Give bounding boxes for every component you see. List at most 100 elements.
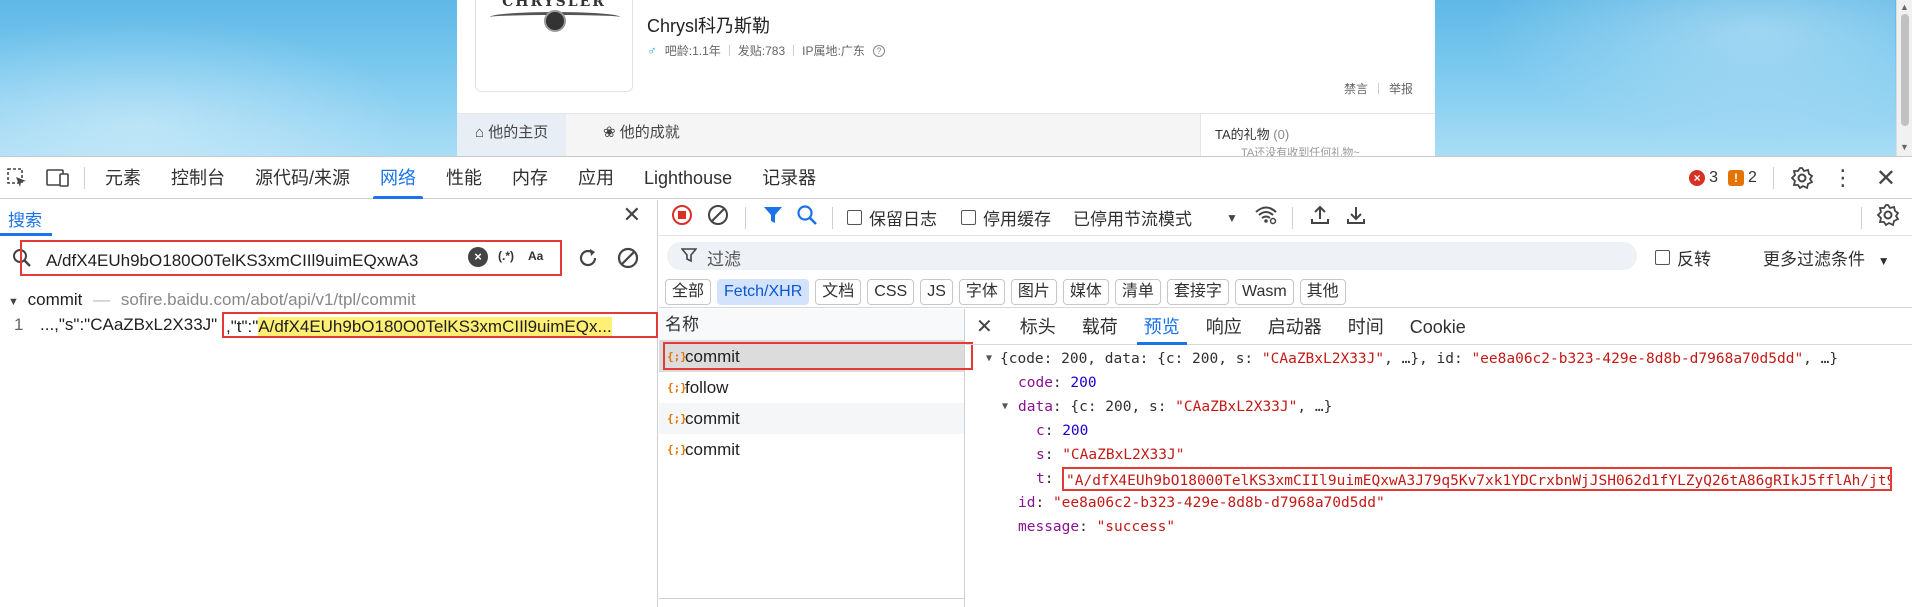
error-icon: × (1689, 170, 1706, 186)
tab-performance[interactable]: 性能 (431, 157, 497, 199)
result-file-row[interactable]: ▼ commit — sofire.baidu.com/abot/api/v1/… (0, 288, 657, 312)
type-document[interactable]: 文档 (815, 278, 862, 305)
message-key: message (1018, 519, 1080, 535)
type-all[interactable]: 全部 (665, 278, 712, 305)
preview-c-row[interactable]: c: 200 (966, 419, 1912, 443)
tab-headers[interactable]: 标头 (1007, 309, 1069, 345)
error-badge[interactable]: × 3 (1689, 169, 1718, 187)
result-line[interactable]: 1 ...,"s":"CAaZBxL2X33J" ,"t":"A/dfX4EUh… (0, 312, 658, 338)
result-line-prefix: ...,"s":"CAaZBxL2X33J" (40, 315, 218, 334)
type-js[interactable]: JS (920, 278, 953, 305)
scroll-up-icon[interactable]: ▲ (1900, 2, 1909, 12)
throttle-select[interactable]: 已停用节流模式 ▼ (1073, 205, 1238, 230)
root-summary-2: , …}, id: (1384, 351, 1472, 367)
checkbox[interactable] (961, 210, 976, 225)
preview-id-row[interactable]: id: "ee8a06c2-b323-429e-8d8b-d7968a70d5d… (966, 491, 1912, 515)
match-case-toggle[interactable]: Aa (528, 249, 543, 263)
search-header: 搜索 ✕ (0, 200, 657, 236)
regex-toggle[interactable]: (.*) (498, 249, 514, 263)
preview-s-row[interactable]: s: "CAaZBxL2X33J" (966, 443, 1912, 467)
network-conditions-wifi-icon[interactable] (1254, 204, 1278, 231)
tab-sources[interactable]: 源代码/来源 (240, 157, 365, 199)
report-link[interactable]: 举报 (1389, 80, 1413, 97)
avatar[interactable]: CHRYSLER (475, 0, 633, 92)
preview-code-row[interactable]: code: 200 (966, 371, 1912, 395)
type-css[interactable]: CSS (867, 278, 915, 305)
type-socket[interactable]: 套接字 (1166, 278, 1229, 305)
tab-lighthouse[interactable]: Lighthouse (629, 157, 747, 199)
data-summary-2: , …} (1297, 399, 1333, 415)
settings-gear-icon[interactable] (1790, 166, 1814, 190)
search-network-icon[interactable] (796, 204, 818, 231)
request-row[interactable]: {;} commit (659, 434, 964, 465)
type-fetch-xhr[interactable]: Fetch/XHR (717, 278, 810, 305)
invert-checkbox[interactable]: 反转 (1655, 245, 1711, 270)
type-font[interactable]: 字体 (958, 278, 1005, 305)
warning-badge[interactable]: ! 2 (1727, 169, 1757, 187)
user-name[interactable]: Chrysl科乃斯勒 (647, 12, 770, 38)
clear-search-icon[interactable]: × (468, 247, 488, 267)
tab-preview[interactable]: 预览 (1131, 309, 1193, 345)
type-image[interactable]: 图片 (1010, 278, 1057, 305)
tab-initiator[interactable]: 启动器 (1255, 309, 1335, 345)
scroll-down-icon[interactable]: ▼ (1900, 142, 1909, 152)
type-wasm[interactable]: Wasm (1234, 278, 1294, 305)
disable-cache-checkbox[interactable]: 停用缓存 (961, 205, 1051, 230)
name-column-header[interactable]: 名称 (659, 309, 964, 341)
clear-log-icon[interactable] (707, 204, 729, 231)
more-filters-dropdown[interactable]: 更多过滤条件 ▼ (1763, 245, 1890, 270)
tab-response[interactable]: 响应 (1193, 309, 1255, 345)
preview-message-row[interactable]: message: "success" (966, 515, 1912, 539)
request-row[interactable]: {;} commit (659, 403, 964, 434)
preview-root-row[interactable]: ▼ {code: 200, data: {c: 200, s: "CAaZBxL… (966, 347, 1912, 371)
preserve-log-checkbox[interactable]: 保留日志 (847, 205, 937, 230)
import-har-icon[interactable] (1309, 204, 1331, 231)
network-settings-gear-icon[interactable] (1876, 203, 1900, 232)
tab-timing[interactable]: 时间 (1335, 309, 1397, 345)
request-row[interactable]: {;} commit (659, 341, 973, 372)
tab-memory[interactable]: 内存 (497, 157, 563, 199)
expand-triangle-icon[interactable]: ▼ (8, 296, 19, 308)
close-devtools-icon[interactable]: ✕ (1876, 164, 1896, 193)
expand-triangle-icon[interactable]: ▼ (1002, 395, 1008, 419)
device-toolbar-icon[interactable] (46, 167, 70, 189)
tab-elements[interactable]: 元素 (90, 157, 156, 199)
type-other[interactable]: 其他 (1299, 278, 1346, 305)
tab-achievements[interactable]: ❀ 他的成就 (585, 114, 698, 156)
scrollbar-thumb[interactable] (1901, 14, 1909, 126)
tab-home[interactable]: ⌂ 他的主页 (457, 114, 567, 156)
devtools-tabs: 元素 控制台 源代码/来源 网络 性能 内存 应用 Lighthouse 记录器 (90, 157, 831, 199)
filter-funnel-icon[interactable] (762, 204, 784, 231)
more-options-icon[interactable]: ⋮ (1832, 167, 1854, 189)
cancel-search-icon[interactable] (616, 246, 640, 275)
root-summary-1: {code: 200, data: {c: 200, s: (1000, 351, 1262, 367)
close-search-icon[interactable]: ✕ (623, 202, 641, 228)
search-input[interactable] (46, 249, 476, 273)
preview-data-row[interactable]: ▼ data: {c: 200, s: "CAaZBxL2X33J", …} (966, 395, 1912, 419)
tab-application[interactable]: 应用 (563, 157, 629, 199)
checkbox[interactable] (1655, 250, 1670, 265)
preview-t-row[interactable]: t: "A/dfX4EUh9bO18000TelKS3xmCIIl9uimEQx… (966, 467, 1912, 491)
tab-cookies[interactable]: Cookie (1397, 309, 1479, 345)
inspect-element-icon[interactable] (6, 167, 28, 189)
close-detail-icon[interactable]: ✕ (976, 314, 993, 339)
filter-input[interactable]: 过滤 (667, 242, 1637, 270)
json-preview: ▼ {code: 200, data: {c: 200, s: "CAaZBxL… (966, 345, 1912, 539)
record-stop-icon[interactable] (671, 204, 693, 231)
page-scrollbar[interactable]: ▲ ▼ (1896, 0, 1912, 156)
tab-network[interactable]: 网络 (365, 157, 431, 199)
type-manifest[interactable]: 清单 (1114, 278, 1161, 305)
ban-link[interactable]: 禁言 (1344, 80, 1368, 97)
expand-triangle-icon[interactable]: ▼ (986, 347, 992, 371)
tab-payload[interactable]: 载荷 (1069, 309, 1131, 345)
checkbox[interactable] (847, 210, 862, 225)
export-har-icon[interactable] (1345, 204, 1367, 231)
tab-console[interactable]: 控制台 (156, 157, 240, 199)
help-icon[interactable]: ? (872, 44, 885, 57)
request-row[interactable]: {;} follow (659, 372, 964, 403)
search-title[interactable]: 搜索 (0, 206, 52, 236)
tab-recorder[interactable]: 记录器 (747, 157, 831, 199)
type-media[interactable]: 媒体 (1062, 278, 1109, 305)
result-file-path: sofire.baidu.com/abot/api/v1/tpl/commit (120, 290, 416, 309)
refresh-icon[interactable] (576, 246, 600, 275)
